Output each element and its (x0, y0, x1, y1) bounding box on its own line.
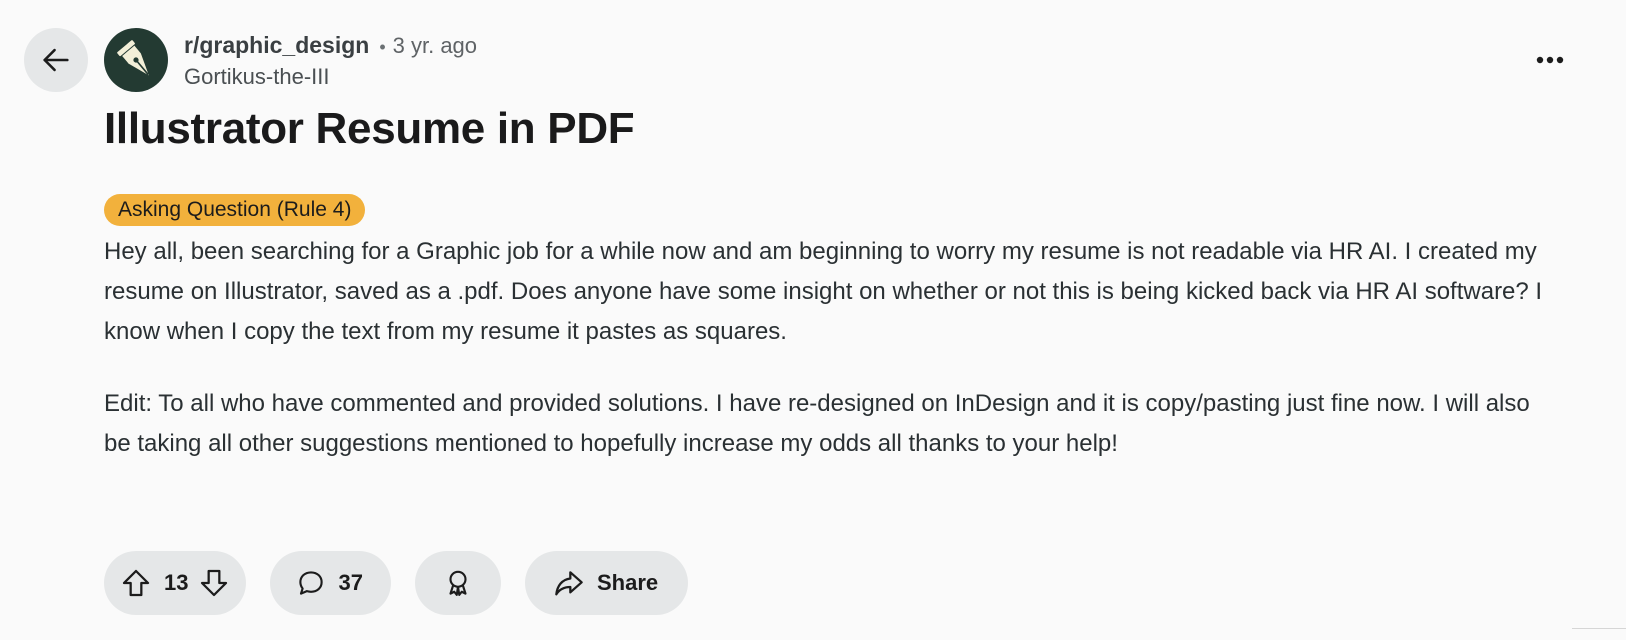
arrow-up-icon (122, 569, 150, 597)
subreddit-avatar[interactable] (104, 28, 168, 92)
meta-separator: • (379, 37, 386, 57)
speech-bubble-icon (299, 571, 324, 595)
author-link[interactable]: Gortikus-the-III (184, 62, 477, 92)
body-paragraph: Edit: To all who have commented and prov… (104, 390, 1530, 457)
ellipsis-icon (1536, 56, 1564, 64)
post-meta: r/graphic_design • 3 yr. ago Gortikus-th… (184, 30, 477, 92)
post-body: Hey all, been searching for a Graphic jo… (104, 232, 1549, 496)
vote-score: 13 (164, 570, 189, 595)
more-options-button[interactable] (1522, 36, 1578, 84)
share-button[interactable]: Share (524, 551, 689, 615)
downvote-button[interactable] (198, 567, 230, 599)
award-ribbon-icon (449, 570, 467, 596)
share-label: Share (596, 570, 659, 595)
arrow-down-icon (201, 569, 228, 597)
post-actions: 13 37 Share (104, 551, 689, 615)
meta-row: r/graphic_design • 3 yr. ago (184, 30, 477, 62)
pen-nib-icon (117, 40, 149, 76)
subreddit-link[interactable]: r/graphic_design (184, 30, 369, 60)
comment-count: 37 (338, 570, 363, 595)
post-title: Illustrator Resume in PDF (104, 104, 635, 153)
post-flair[interactable]: Asking Question (Rule 4) (104, 194, 366, 226)
divider (1572, 628, 1626, 629)
body-paragraph: Hey all, been searching for a Graphic jo… (104, 238, 1543, 345)
share-arrow-icon (555, 571, 583, 596)
vote-control: 13 (104, 551, 247, 615)
upvote-button[interactable] (120, 567, 152, 599)
comments-button[interactable]: 37 (270, 551, 391, 615)
post-page: r/graphic_design • 3 yr. ago Gortikus-th… (0, 0, 1626, 640)
back-button[interactable] (24, 28, 88, 92)
arrow-left-icon (43, 48, 69, 72)
post-age: 3 yr. ago (392, 33, 478, 58)
award-button[interactable] (414, 551, 501, 615)
